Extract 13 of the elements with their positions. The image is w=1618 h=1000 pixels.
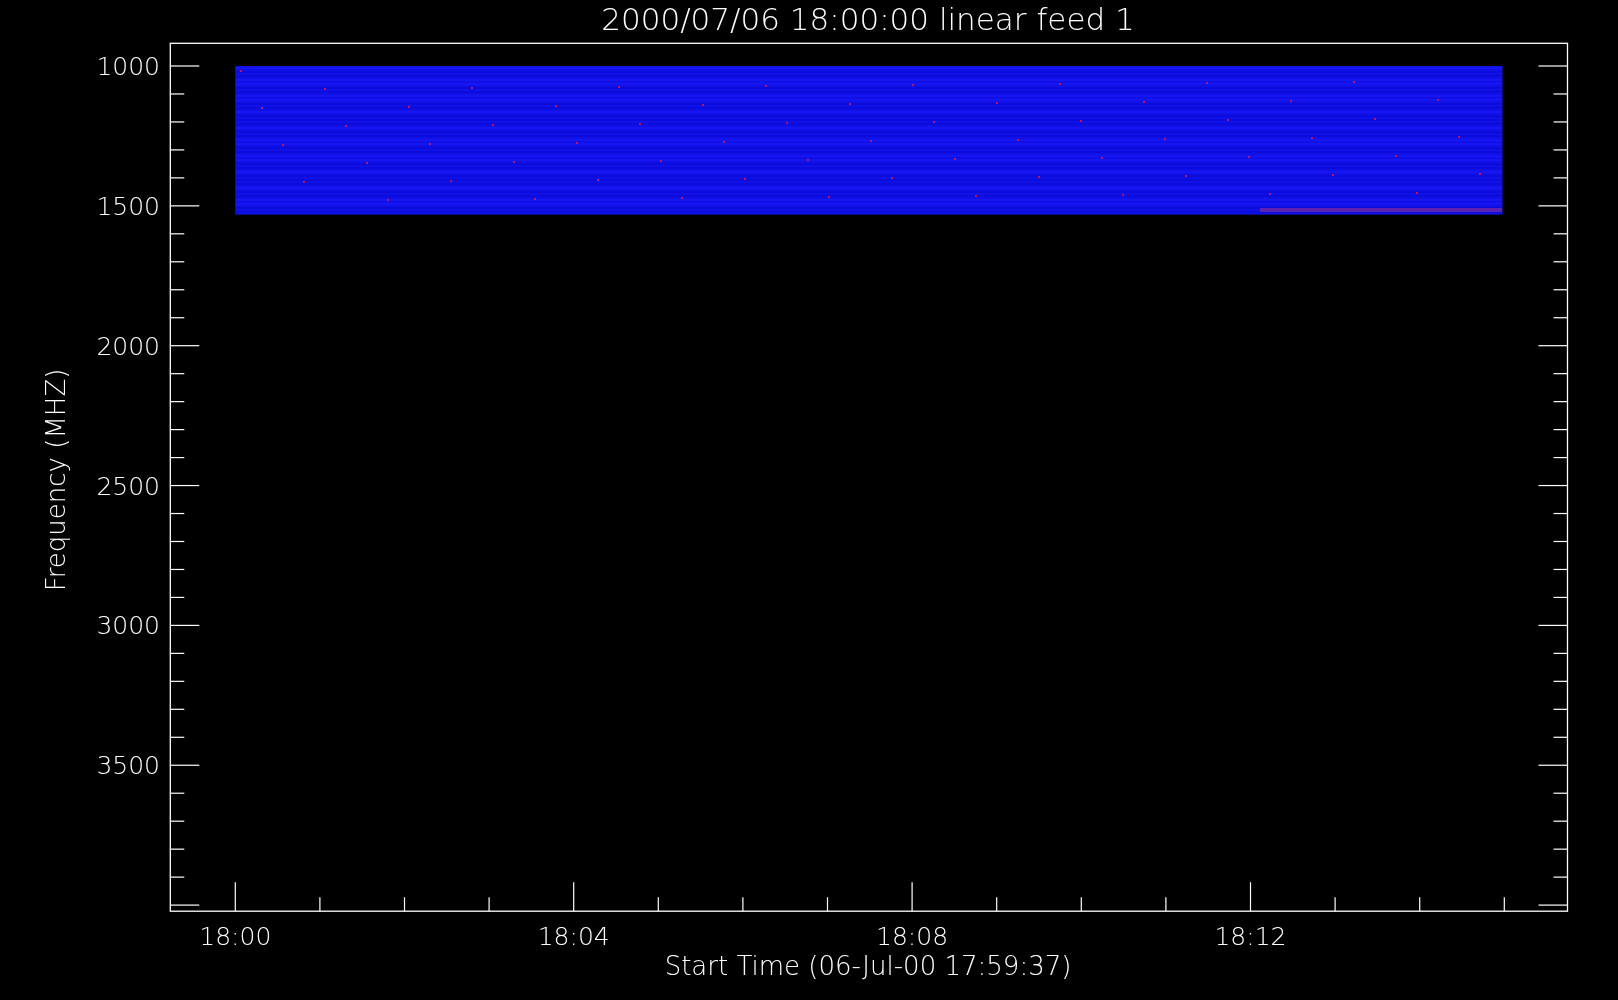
y-tick-label: 1500 bbox=[96, 191, 160, 221]
x-tick-label: 18:00 bbox=[199, 922, 272, 951]
plot-title: 2000/07/06 18:00:00 linear feed 1 bbox=[601, 1, 1135, 37]
y-tick-label: 1000 bbox=[96, 52, 160, 81]
y-tick-label: 2000 bbox=[96, 331, 160, 361]
x-axis-label: Start Time (06-Jul-00 17:59:37) bbox=[664, 951, 1072, 981]
x-tick-label: 18:04 bbox=[537, 922, 610, 951]
x-tick-label: 18:12 bbox=[1214, 922, 1287, 951]
y-tick-label: 3000 bbox=[96, 611, 160, 641]
y-axis-label: Frequency (MHZ) bbox=[41, 368, 71, 592]
x-tick-label: 18:08 bbox=[876, 922, 949, 951]
y-tick-label: 2500 bbox=[96, 471, 160, 501]
y-tick-label: 3500 bbox=[96, 751, 160, 781]
